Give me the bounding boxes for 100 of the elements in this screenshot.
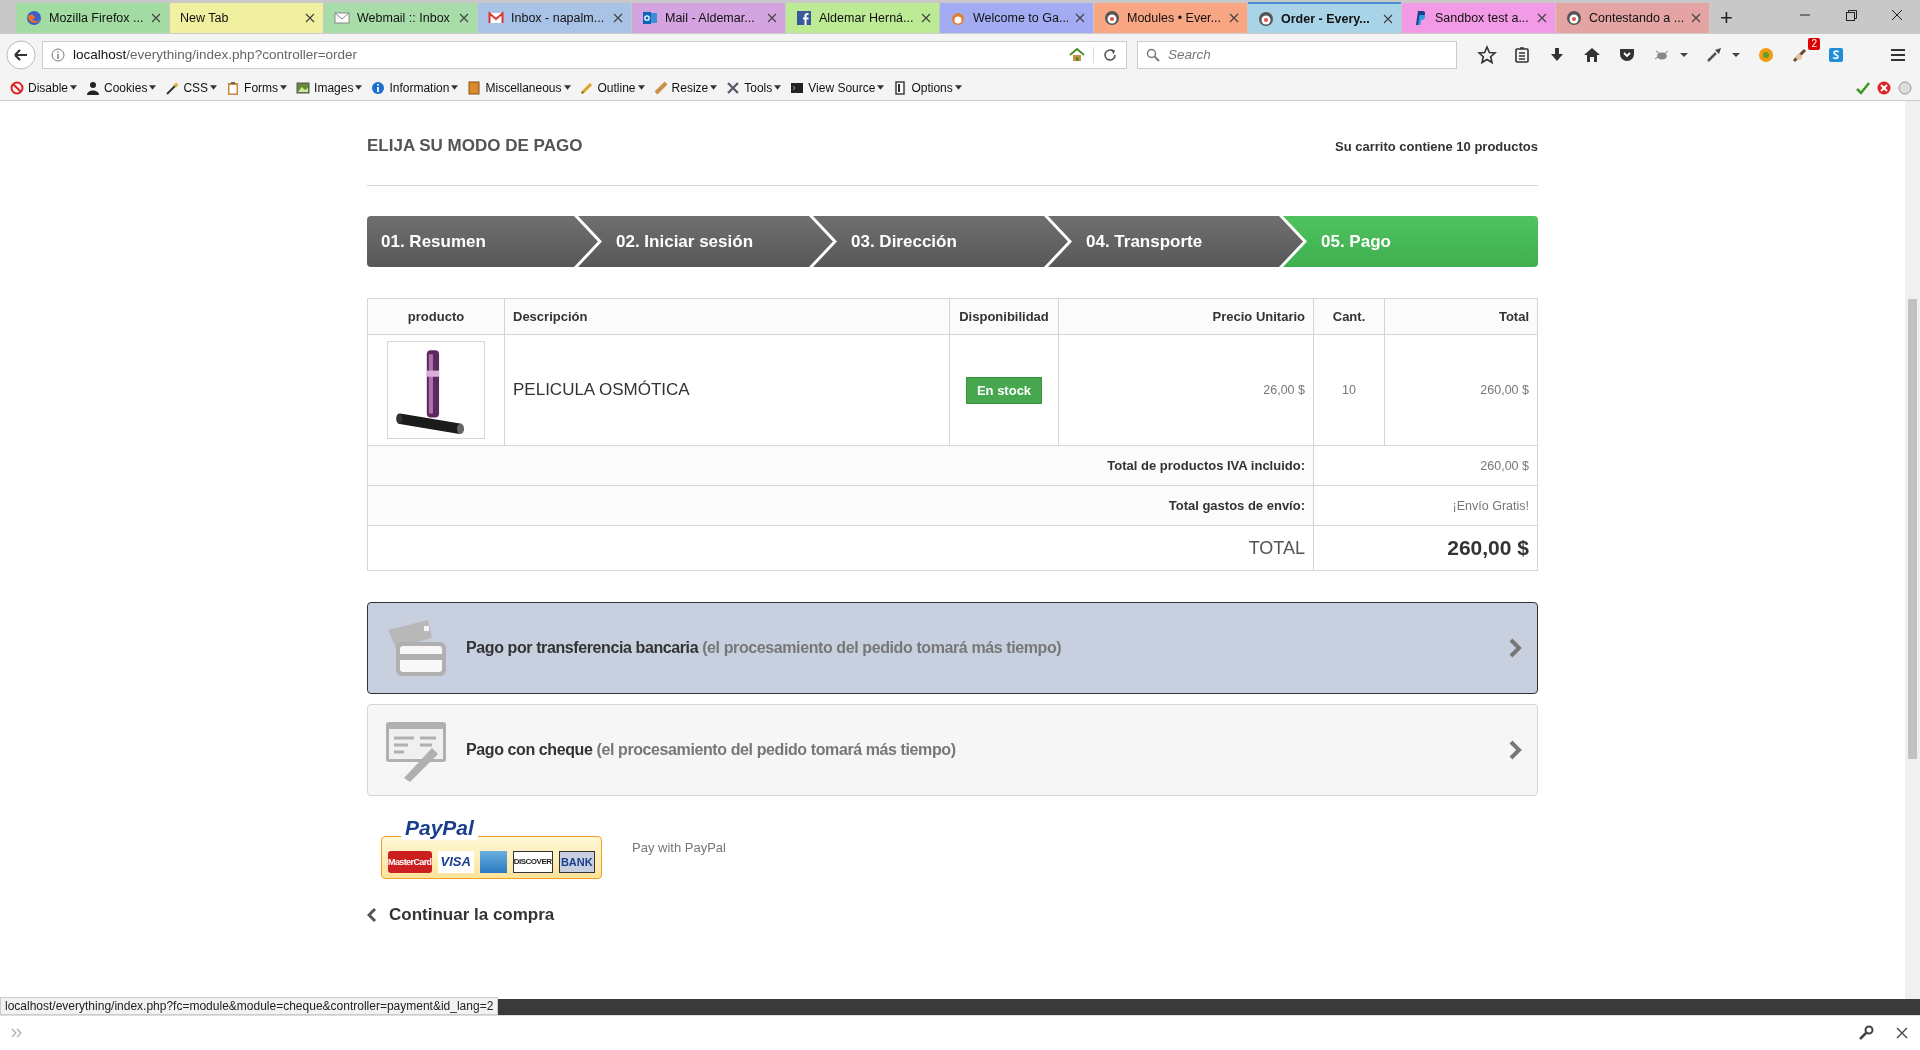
browser-tab[interactable]: Contestando a ... xyxy=(1556,3,1709,33)
toolbar-menu[interactable]: Resize xyxy=(649,80,720,95)
browser-tab[interactable]: Order - Every... xyxy=(1248,2,1401,33)
payment-option-label: Pago con cheque (el procesamiento del pedido tomará más tiempo) xyxy=(466,741,957,759)
puffin-icon xyxy=(1258,10,1274,27)
status-dot-icon xyxy=(1898,80,1912,95)
column-header: Disponibilidad xyxy=(949,298,1059,335)
browser-tab[interactable]: Welcome to Ga... xyxy=(940,3,1093,33)
caret-icon xyxy=(451,85,459,90)
close-icon[interactable] xyxy=(459,13,469,23)
wand-icon xyxy=(165,80,180,95)
toolbar-menu[interactable]: Outline xyxy=(575,80,647,95)
caret-icon[interactable] xyxy=(1731,51,1741,58)
caret-icon xyxy=(710,85,718,90)
paypal-caption[interactable]: Pay with PayPal xyxy=(632,840,726,855)
close-icon[interactable] xyxy=(305,13,315,23)
envelope-icon xyxy=(488,10,504,26)
close-icon[interactable] xyxy=(1075,13,1085,23)
toolbar-menu[interactable]: Forms xyxy=(222,80,290,95)
browser-tab[interactable]: Webmail :: Inbox xyxy=(324,3,477,33)
prohibit-icon xyxy=(10,80,24,95)
card-logo-icon xyxy=(479,850,507,873)
payment-option[interactable]: Pago con cheque (el procesamiento del pedido tomará más tiempo) xyxy=(367,704,1538,796)
caret-icon xyxy=(877,85,885,90)
new-tab-button[interactable]: + xyxy=(1710,3,1743,33)
toolbar-menu[interactable]: CSS xyxy=(161,80,220,95)
search-field[interactable]: Search xyxy=(1137,40,1457,69)
reload-icon[interactable] xyxy=(1093,46,1118,63)
continue-shopping-link[interactable]: Continuar la compra xyxy=(367,905,555,925)
browser-tab[interactable]: Mozilla Firefox ... xyxy=(16,3,169,33)
terminal-icon xyxy=(790,80,805,95)
back-button[interactable] xyxy=(6,39,36,70)
close-icon[interactable] xyxy=(1537,13,1547,23)
checkout-step[interactable]: 02. Iniciar sesión xyxy=(578,216,833,267)
caret-icon xyxy=(280,85,288,90)
firefox-icon xyxy=(26,10,42,26)
notification-badge: 2 xyxy=(1808,37,1820,50)
chevron-right-icon xyxy=(1508,637,1522,659)
status-url: localhost/everything/index.php?fc=module&module=cheque&controller=payment&id_lang=2 xyxy=(0,997,499,1015)
info-icon[interactable] xyxy=(51,47,65,62)
tools-icon xyxy=(726,80,741,95)
pencil-icon xyxy=(579,80,594,95)
info-icon xyxy=(371,80,386,95)
card-logo: MasterCard xyxy=(388,850,432,873)
close-icon[interactable] xyxy=(1229,13,1239,23)
close-icon[interactable] xyxy=(767,13,777,23)
chevron-right-icon xyxy=(1508,739,1522,761)
caret-icon[interactable] xyxy=(1679,51,1689,58)
scrollbar-thumb[interactable] xyxy=(1908,299,1917,759)
toolbar-menu[interactable]: Images xyxy=(292,80,365,95)
close-icon[interactable] xyxy=(1894,1025,1910,1041)
close-icon[interactable] xyxy=(613,13,623,23)
toolbar-menu[interactable]: Information xyxy=(367,80,461,95)
tab-title: New Tab xyxy=(180,11,230,25)
caret-icon xyxy=(774,85,782,90)
chevron-left-icon xyxy=(367,907,377,923)
caret-icon xyxy=(563,85,571,90)
browser-tab[interactable]: Inbox - napalm... xyxy=(478,3,631,33)
checkout-step[interactable]: 03. Dirección xyxy=(813,216,1068,267)
column-header: Cant. xyxy=(1313,298,1385,335)
toolbar-menu[interactable]: Cookies xyxy=(82,80,159,95)
close-icon[interactable] xyxy=(921,13,931,23)
payment-option[interactable]: Pago por transferencia bancaria (el procesamiento del pedido tomará más tiempo) xyxy=(367,602,1538,694)
checkout-step[interactable]: 04. Transporte xyxy=(1048,216,1303,267)
social-icon xyxy=(796,10,812,26)
tab-title: Sandbox test a... xyxy=(1435,11,1530,25)
browser-tab[interactable]: Aldemar Herná... xyxy=(786,3,939,33)
clipboard-icon xyxy=(226,80,241,95)
toolbar-menu[interactable]: View Source xyxy=(786,80,887,95)
star-icon[interactable] xyxy=(1477,44,1497,65)
browser-tab[interactable]: Sandbox test a... xyxy=(1402,3,1555,33)
browser-tab[interactable]: Modules • Ever... xyxy=(1094,3,1247,33)
caret-icon xyxy=(637,85,645,90)
toolbar-menu[interactable]: Tools xyxy=(722,80,784,95)
toolbar-menu[interactable]: Options xyxy=(889,80,964,95)
browser-tab[interactable]: Mail - Aldemar... xyxy=(632,3,785,33)
tab-title: Order - Every... xyxy=(1281,11,1371,26)
summary-label: Total de productos IVA incluido: xyxy=(367,445,1314,486)
caret-icon xyxy=(355,85,363,90)
scrollbar[interactable] xyxy=(1905,101,1920,999)
page-heading: ELIJA SU MODO DE PAGO xyxy=(367,135,583,156)
table-cell: 10 xyxy=(1313,334,1385,446)
close-icon[interactable] xyxy=(1691,13,1701,23)
card-logo: DISCOVER xyxy=(512,850,553,873)
tab-title: Contestando a ... xyxy=(1589,11,1684,25)
close-icon[interactable] xyxy=(1383,13,1393,24)
checkout-step[interactable]: 01. Resumen xyxy=(367,216,598,267)
tab-title: Modules • Ever... xyxy=(1127,11,1222,25)
summary-value: 260,00 $ xyxy=(1313,445,1538,486)
clipboard-icon[interactable] xyxy=(1512,44,1532,65)
browser-tab[interactable]: New Tab xyxy=(170,3,323,33)
toolbar-menu[interactable]: Disable xyxy=(6,80,80,95)
toolbar-menu[interactable]: Miscellaneous xyxy=(463,80,573,95)
tab-title: Mozilla Firefox ... xyxy=(49,11,144,25)
close-icon[interactable] xyxy=(151,13,161,23)
caret-icon xyxy=(70,85,78,90)
address-field[interactable]: localhost/everything/index.php?controller=order xyxy=(42,40,1127,69)
tab-title: Inbox - napalm... xyxy=(511,11,606,25)
total-label: TOTAL xyxy=(367,525,1314,571)
column-header: producto xyxy=(367,298,505,335)
